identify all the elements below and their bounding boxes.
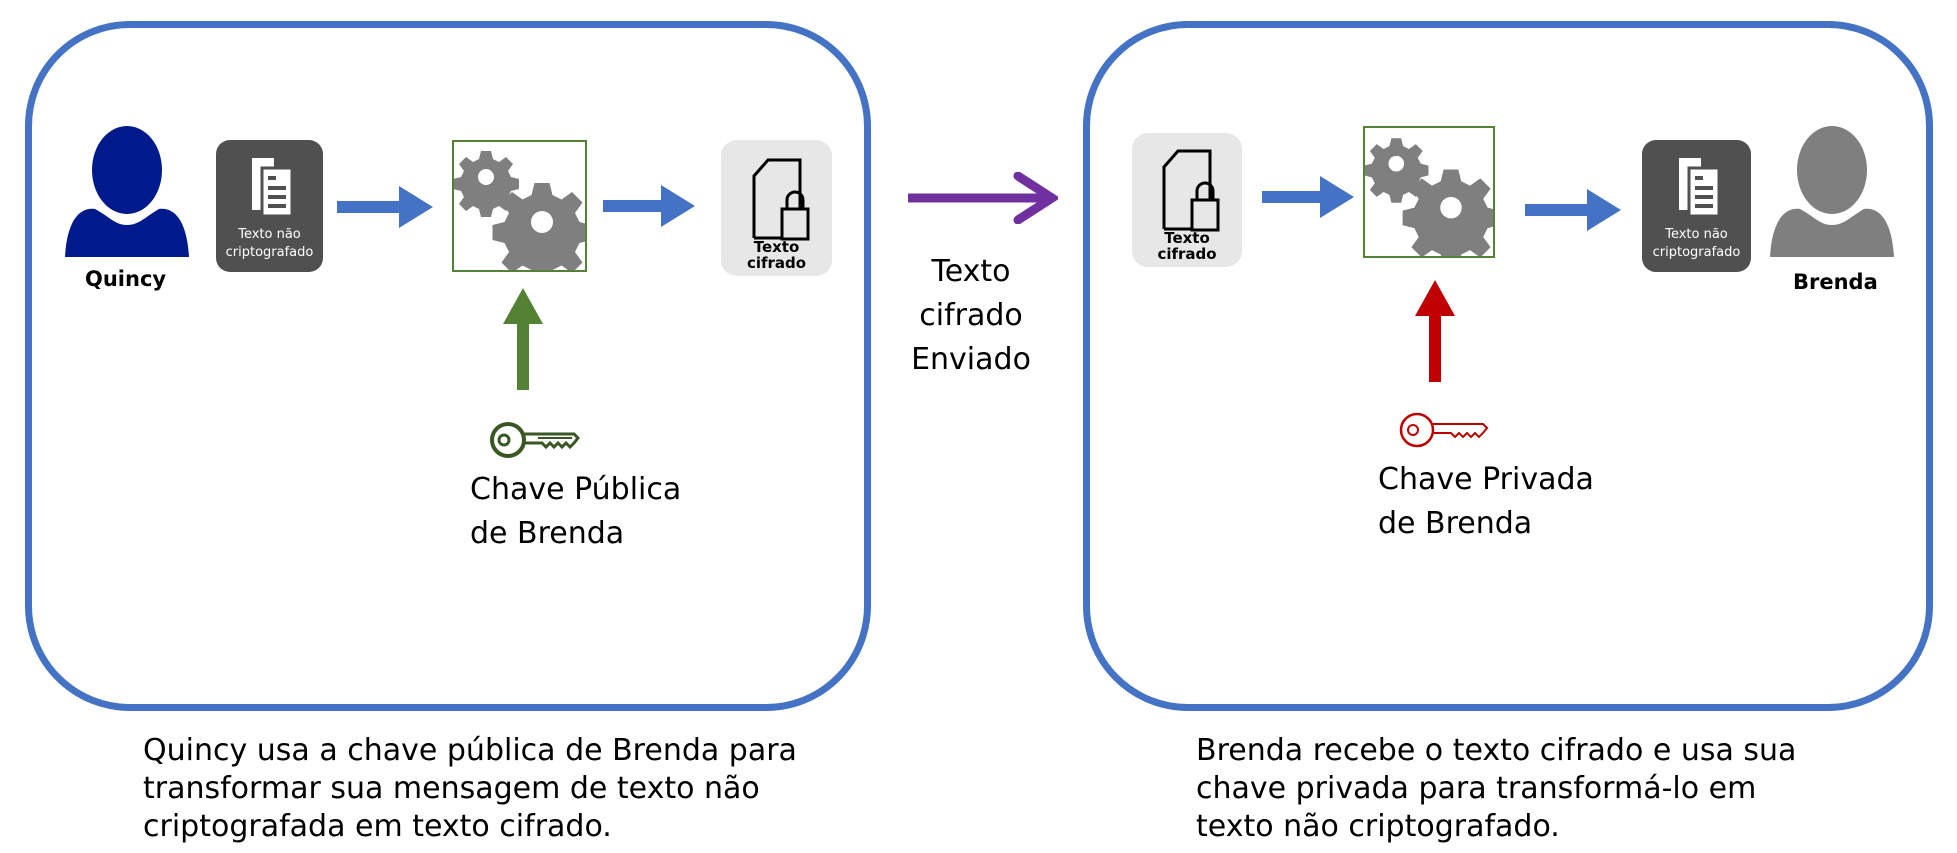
gears-icon — [1364, 138, 1500, 267]
ciphertext-label-1: Texto — [753, 238, 800, 256]
send-arrow-icon — [908, 172, 1058, 224]
document-icon — [1678, 158, 1720, 218]
document-icon — [251, 158, 293, 218]
ciphertext-label-2: cifrado — [1157, 245, 1217, 263]
sent-label-1: Texto — [931, 254, 1011, 289]
right-caption-line-3: texto não criptografado. — [1196, 809, 1560, 844]
private-key-label-2: de Brenda — [1378, 506, 1533, 541]
public-key-label: Chave Pública de Brenda — [470, 468, 681, 556]
sent-label: Texto cifrado Enviado — [891, 250, 1051, 382]
arrow-right-icon — [1525, 189, 1621, 231]
left-caption-line-1: Quincy usa a chave pública de Brenda par… — [143, 733, 797, 768]
right-caption-line-2: chave privada para transformá-lo em — [1196, 771, 1757, 806]
private-key-label: Chave Privada de Brenda — [1378, 458, 1594, 546]
arrow-right-icon — [603, 185, 695, 227]
right-caption: Brenda recebe o texto cifrado e usa sua … — [1196, 732, 1796, 846]
plaintext-icon: Texto não criptografado — [1642, 140, 1751, 272]
plaintext-label-2: criptografado — [1652, 245, 1741, 260]
plaintext-icon: Texto não criptografado — [216, 140, 323, 272]
right-caption-line-1: Brenda recebe o texto cifrado e usa sua — [1196, 733, 1797, 768]
public-key-icon — [490, 422, 580, 458]
sent-label-3: Enviado — [911, 342, 1031, 377]
arrow-up-icon — [503, 288, 543, 390]
private-key-label-1: Chave Privada — [1378, 462, 1594, 497]
brenda-avatar-icon — [1770, 126, 1894, 257]
quincy-label: Quincy — [85, 267, 167, 291]
left-caption-line-2: transformar sua mensagem de texto não — [143, 771, 760, 806]
sent-label-2: cifrado — [919, 298, 1023, 333]
quincy-avatar-icon — [65, 126, 189, 257]
arrow-right-icon — [337, 186, 433, 228]
plaintext-label-2: criptografado — [225, 245, 314, 260]
public-key-label-2: de Brenda — [470, 516, 625, 551]
ciphertext-icon: Texto cifrado — [1132, 133, 1242, 267]
ciphertext-label-2: cifrado — [746, 254, 807, 272]
private-key-icon — [1399, 412, 1489, 448]
plaintext-label-1: Texto não — [1665, 227, 1728, 242]
arrow-right-icon — [1262, 176, 1354, 218]
ciphertext-icon: Texto cifrado — [721, 140, 832, 276]
locked-file-icon — [752, 158, 809, 241]
encryption-gears — [452, 140, 592, 282]
public-key-label-1: Chave Pública — [470, 472, 682, 507]
gears-icon — [453, 151, 592, 282]
decryption-gears — [1363, 126, 1500, 267]
left-caption-line-3: criptografada em texto cifrado. — [143, 809, 612, 844]
ciphertext-label-1: Texto — [1164, 229, 1210, 247]
brenda-label: Brenda — [1793, 270, 1878, 294]
locked-file-icon — [1162, 149, 1220, 232]
left-caption: Quincy usa a chave pública de Brenda par… — [143, 732, 797, 846]
plaintext-label-1: Texto não — [238, 227, 301, 242]
arrow-up-icon — [1415, 280, 1455, 382]
